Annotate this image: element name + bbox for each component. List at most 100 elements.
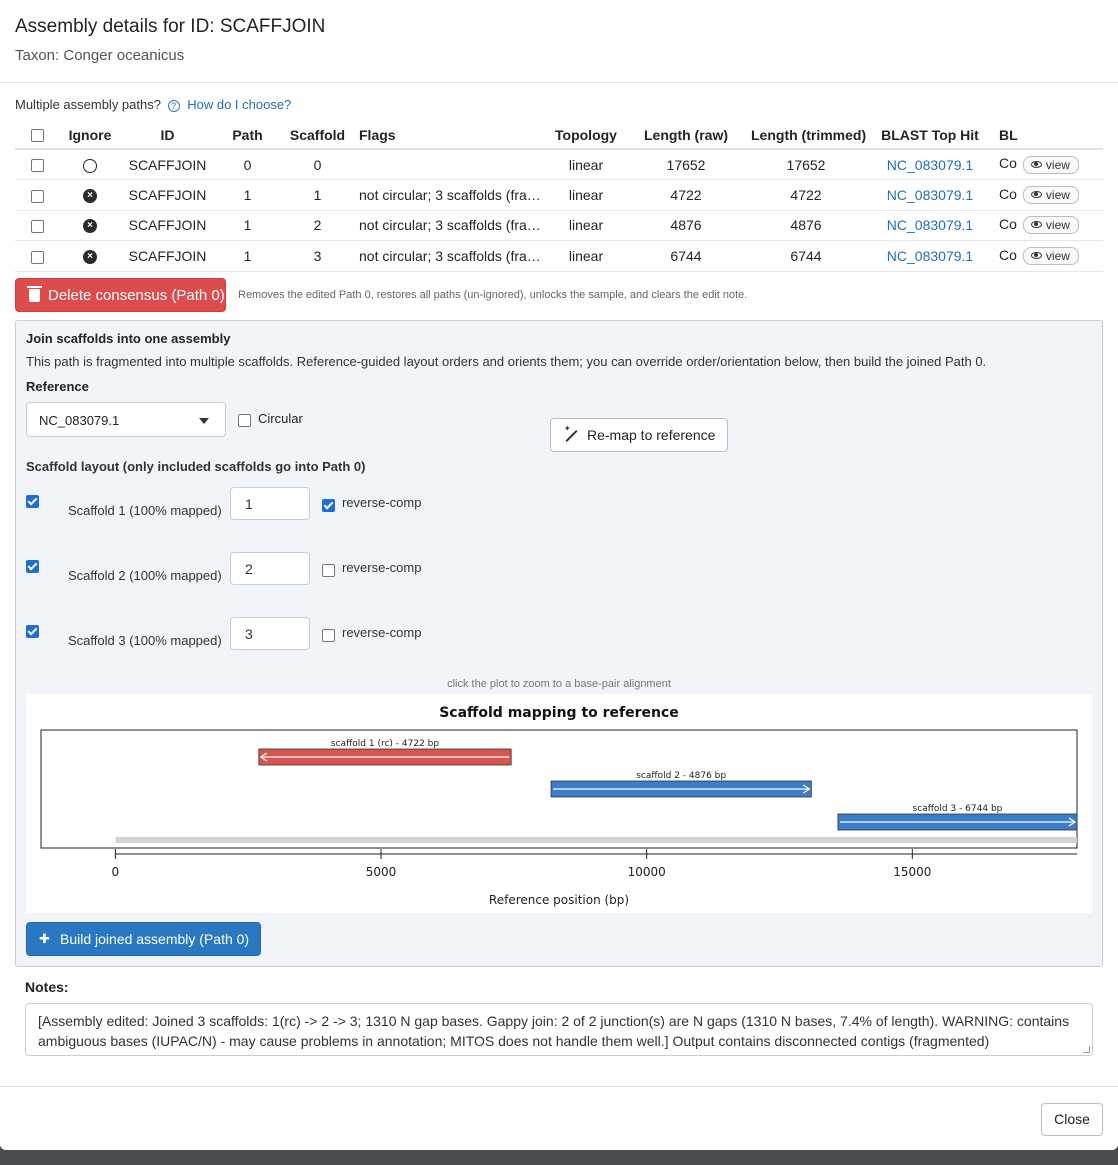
scaffold-row: Scaffold 1 (100% mapped) 1 reverse-comp (26, 487, 446, 549)
x-tick-label: 0 (112, 865, 120, 879)
scaffold-name: Scaffold 3 (100% mapped) (68, 633, 222, 648)
delete-consensus-button[interactable]: Delete consensus (Path 0) (15, 278, 226, 312)
include-checkbox[interactable] (26, 625, 39, 638)
row-scaffold: 2 (280, 210, 355, 241)
order-input[interactable]: 1 (230, 487, 310, 520)
modal-header: Assembly details for ID: SCAFFJOIN Taxon… (0, 0, 1118, 83)
view-label: view (1045, 218, 1070, 233)
row-path: 1 (215, 240, 280, 272)
row-checkbox[interactable] (31, 220, 44, 234)
scaffold-row: Scaffold 2 (100% mapped) 2 reverse-comp (26, 552, 446, 614)
reverse-comp-checkbox[interactable] (322, 564, 335, 577)
row-blast-link[interactable]: NC_083079.1 (865, 149, 995, 180)
include-checkbox[interactable] (26, 560, 39, 573)
scaffold-name: Scaffold 1 (100% mapped) (68, 503, 222, 518)
paths-question: Multiple assembly paths? (15, 97, 161, 112)
row-bl: Co (999, 246, 1017, 263)
build-joined-label: Build joined assembly (Path 0) (60, 931, 250, 947)
row-scaffold: 0 (280, 149, 355, 180)
view-button[interactable]: view (1022, 185, 1079, 204)
row-flags: not circular; 3 scaffolds (fra… (355, 240, 547, 272)
row-blast-link[interactable]: NC_083079.1 (865, 179, 995, 211)
chart-title: Scaffold mapping to reference (439, 705, 679, 721)
row-flags (355, 149, 547, 180)
notes-label: Notes: (25, 979, 69, 995)
row-blast-link[interactable]: NC_083079.1 (865, 240, 995, 272)
remap-button[interactable]: Re-map to reference (550, 418, 728, 452)
col-scaffold[interactable]: Scaffold (280, 121, 355, 150)
row-checkbox[interactable] (31, 189, 44, 203)
row-bl: Co (999, 216, 1017, 233)
col-flags[interactable]: Flags (355, 121, 547, 150)
row-id: SCAFFJOIN (120, 240, 215, 272)
table-header-row: Ignore ID Path Scaffold Flags Topology L… (15, 121, 1103, 150)
segment-label: scaffold 2 - 4876 bp (636, 771, 726, 781)
assembly-details-modal: Assembly details for ID: SCAFFJOIN Taxon… (0, 0, 1118, 1150)
table-row[interactable]: × SCAFFJOIN 1 1 not circular; 3 scaffold… (15, 179, 1103, 211)
col-ignore[interactable]: Ignore (60, 121, 120, 150)
resize-handle[interactable] (1083, 1046, 1090, 1053)
view-button[interactable]: view (1022, 216, 1079, 235)
x-tick-label: 15000 (893, 865, 931, 879)
reference-label: Reference (26, 379, 89, 394)
view-button[interactable]: view (1022, 246, 1079, 265)
table-row[interactable]: × SCAFFJOIN 1 2 not circular; 3 scaffold… (15, 210, 1103, 241)
row-checkbox[interactable] (31, 159, 44, 173)
ignored-x-circle-icon[interactable]: × (83, 249, 97, 264)
build-joined-button[interactable]: Build joined assembly (Path 0) (26, 922, 261, 956)
col-blast-top-hit[interactable]: BLAST Top Hit (865, 121, 995, 150)
scaffold-row: Scaffold 3 (100% mapped) 3 reverse-comp (26, 617, 446, 679)
assembly-paths-table: Ignore ID Path Scaffold Flags Topology L… (15, 121, 1103, 272)
scaffold-mapping-plot[interactable]: Scaffold mapping to reference scaffold 1… (26, 694, 1092, 913)
not-ignored-circle-icon[interactable] (83, 158, 97, 173)
delete-note: Removes the edited Path 0, restores all … (238, 289, 748, 301)
table-row[interactable]: SCAFFJOIN 0 0 linear 17652 17652 NC_0830… (15, 149, 1103, 180)
row-length-raw: 6744 (625, 240, 747, 272)
eye-icon (1030, 190, 1042, 198)
row-checkbox[interactable] (31, 250, 44, 264)
row-topology: linear (547, 179, 625, 211)
remap-label: Re-map to reference (587, 427, 716, 443)
join-scaffolds-panel: Join scaffolds into one assembly This pa… (15, 320, 1103, 967)
close-button[interactable]: Close (1041, 1103, 1103, 1136)
scaffold-segment[interactable]: scaffold 3 - 6744 bp (837, 804, 1078, 831)
ignored-x-circle-icon[interactable]: × (83, 219, 97, 234)
row-scaffold: 1 (280, 179, 355, 211)
reverse-comp-checkbox[interactable] (322, 629, 335, 642)
how-to-choose-link[interactable]: How do I choose? (187, 97, 291, 112)
notes-textarea[interactable]: [Assembly edited: Joined 3 scaffolds: 1(… (25, 1003, 1093, 1056)
join-title: Join scaffolds into one assembly (26, 331, 231, 346)
circular-checkbox[interactable] (238, 414, 251, 427)
compress-arrows-icon (39, 931, 52, 947)
view-button[interactable]: view (1022, 155, 1079, 174)
mapping-chart-svg[interactable]: Scaffold mapping to reference scaffold 1… (26, 694, 1092, 913)
row-length-trimmed: 17652 (747, 149, 865, 180)
select-all-header[interactable] (15, 121, 60, 150)
row-length-trimmed: 4722 (747, 179, 865, 211)
order-input[interactable]: 2 (230, 552, 310, 585)
row-topology: linear (547, 240, 625, 272)
order-input[interactable]: 3 (230, 617, 310, 650)
col-path[interactable]: Path (215, 121, 280, 150)
modal-title: Assembly details for ID: SCAFFJOIN (15, 16, 326, 37)
col-topology[interactable]: Topology (547, 121, 625, 150)
row-blast-link[interactable]: NC_083079.1 (865, 210, 995, 241)
row-id: SCAFFJOIN (120, 149, 215, 180)
col-length-raw[interactable]: Length (raw) (625, 121, 747, 150)
segment-label: scaffold 3 - 6744 bp (913, 804, 1003, 814)
scaffold-segment[interactable]: scaffold 2 - 4876 bp (550, 771, 812, 798)
table-row[interactable]: × SCAFFJOIN 1 3 not circular; 3 scaffold… (15, 240, 1103, 272)
plot-hint: click the plot to zoom to a base-pair al… (447, 678, 671, 690)
reverse-comp-checkbox[interactable] (322, 499, 335, 512)
col-length-trimmed[interactable]: Length (trimmed) (747, 121, 866, 150)
ignored-x-circle-icon[interactable]: × (83, 188, 97, 203)
reference-select[interactable]: NC_083079.1 (26, 402, 226, 437)
col-id[interactable]: ID (120, 121, 215, 150)
circular-label: Circular (258, 411, 303, 426)
include-checkbox[interactable] (26, 495, 39, 508)
select-all-checkbox[interactable] (31, 129, 44, 143)
join-description: This path is fragmented into multiple sc… (26, 354, 987, 369)
col-bl[interactable]: BL (995, 121, 1103, 150)
eye-icon (1030, 251, 1042, 259)
scaffold-segment[interactable]: scaffold 1 (rc) - 4722 bp (258, 739, 512, 766)
